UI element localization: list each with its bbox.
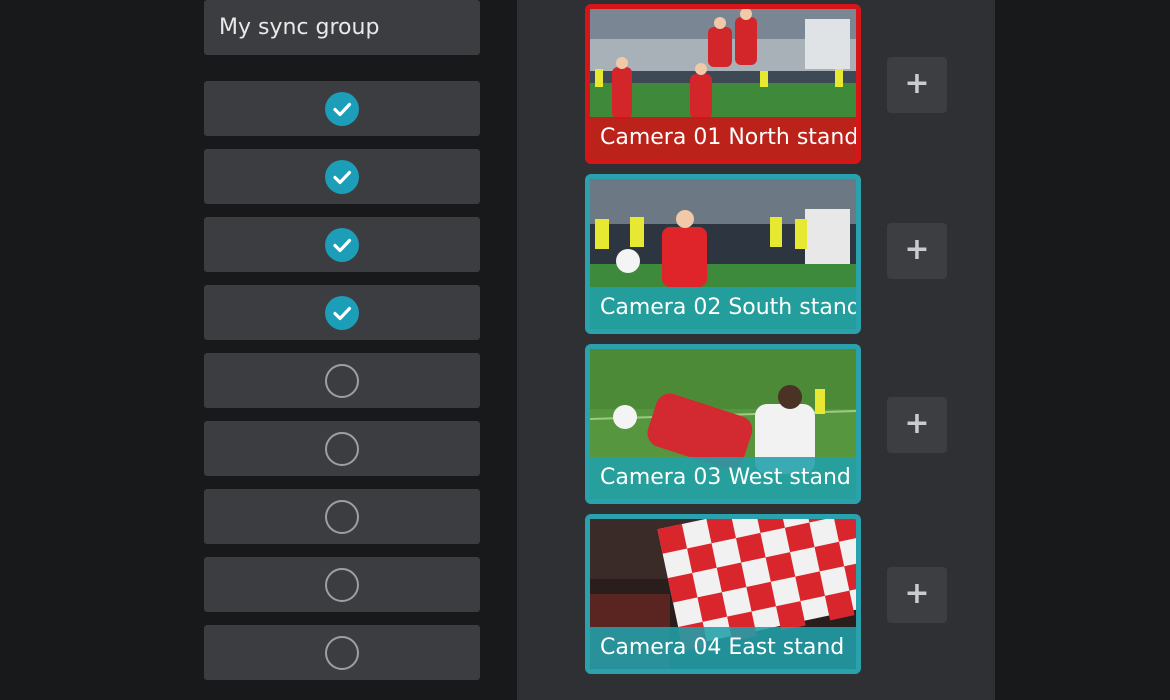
member-row[interactable] <box>204 489 480 544</box>
camera-card[interactable]: Camera 03 West stand <box>585 344 861 504</box>
empty-circle-icon[interactable] <box>325 364 359 398</box>
member-row[interactable] <box>204 353 480 408</box>
add-camera-button[interactable]: + <box>887 223 947 279</box>
member-row[interactable] <box>204 557 480 612</box>
member-row[interactable] <box>204 285 480 340</box>
member-row[interactable] <box>204 625 480 680</box>
add-camera-button[interactable]: + <box>887 57 947 113</box>
member-row[interactable] <box>204 421 480 476</box>
camera-label: Camera 01 North stand <box>590 117 856 159</box>
camera-label: Camera 03 West stand <box>590 457 856 499</box>
sync-group-screen: My sync group Camera 01 North stand Came… <box>0 0 1170 700</box>
check-circle-icon[interactable] <box>325 160 359 194</box>
camera-card[interactable]: Camera 01 North stand <box>585 4 861 164</box>
checkmark-icon <box>333 102 352 117</box>
camera-card[interactable]: Camera 04 East stand <box>585 514 861 674</box>
member-row[interactable] <box>204 81 480 136</box>
plus-icon: + <box>904 406 930 441</box>
camera-label: Camera 02 South stand <box>590 287 856 329</box>
empty-circle-icon[interactable] <box>325 432 359 466</box>
empty-circle-icon[interactable] <box>325 500 359 534</box>
camera-label: Camera 04 East stand <box>590 627 856 669</box>
empty-circle-icon[interactable] <box>325 568 359 602</box>
checkmark-icon <box>333 238 352 253</box>
empty-circle-icon[interactable] <box>325 636 359 670</box>
member-row[interactable] <box>204 149 480 204</box>
plus-icon: + <box>904 66 930 101</box>
add-camera-button[interactable]: + <box>887 397 947 453</box>
plus-icon: + <box>904 232 930 267</box>
add-camera-button[interactable]: + <box>887 567 947 623</box>
camera-card[interactable]: Camera 02 South stand <box>585 174 861 334</box>
check-circle-icon[interactable] <box>325 228 359 262</box>
member-row[interactable] <box>204 217 480 272</box>
plus-icon: + <box>904 576 930 611</box>
checkmark-icon <box>333 170 352 185</box>
check-circle-icon[interactable] <box>325 92 359 126</box>
check-circle-icon[interactable] <box>325 296 359 330</box>
checkmark-icon <box>333 306 352 321</box>
sync-group-name-field[interactable]: My sync group <box>204 0 480 55</box>
